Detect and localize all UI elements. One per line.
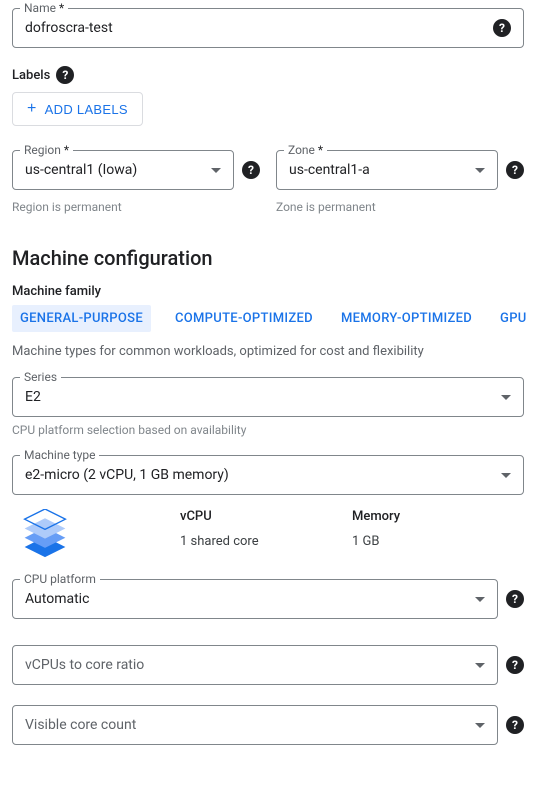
zone-field-group: Zone * us-central1-a ? — [276, 150, 524, 190]
machine-type-value: e2-micro (2 vCPU, 1 GB memory) — [25, 467, 229, 483]
chevron-down-icon — [475, 723, 485, 728]
region-zone-row: Region * us-central1 (Iowa) ? Region is … — [12, 150, 524, 214]
cpu-platform-value: Automatic — [25, 591, 89, 607]
series-label: Series — [20, 370, 61, 384]
chevron-down-icon — [211, 168, 221, 173]
required-marker: * — [64, 143, 69, 157]
specs-row: vCPU 1 shared core Memory 1 GB — [20, 509, 524, 559]
name-input-row: dofroscra-test ? — [12, 8, 524, 48]
visible-cores-row: Visible core count ? — [12, 705, 524, 745]
required-marker: * — [59, 1, 64, 15]
zone-label-text: Zone — [288, 143, 315, 157]
tab-general-purpose[interactable]: GENERAL-PURPOSE — [12, 305, 151, 332]
help-icon[interactable]: ? — [506, 590, 524, 608]
help-icon[interactable]: ? — [506, 716, 524, 734]
tab-gpu[interactable]: GPU — [496, 305, 531, 332]
labels-heading-text: Labels — [12, 68, 50, 83]
name-value: dofroscra-test — [25, 20, 113, 36]
layers-icon — [20, 509, 70, 559]
help-icon[interactable]: ? — [493, 19, 511, 37]
name-label-text: Name — [24, 1, 56, 15]
add-labels-text: ADD LABELS — [45, 102, 128, 117]
zone-value: us-central1-a — [289, 162, 370, 178]
vcpu-spec: vCPU 1 shared core — [180, 509, 352, 549]
region-field-group: Region * us-central1 (Iowa) ? — [12, 150, 260, 190]
memory-label: Memory — [352, 509, 524, 524]
add-labels-button[interactable]: + ADD LABELS — [12, 92, 143, 126]
series-select[interactable]: E2 — [12, 377, 524, 417]
labels-heading: Labels ? — [12, 66, 524, 84]
machine-family-label: Machine family — [12, 284, 524, 299]
help-icon[interactable]: ? — [56, 66, 74, 84]
tab-memory-optimized[interactable]: MEMORY-OPTIMIZED — [337, 305, 476, 332]
tab-compute-optimized[interactable]: COMPUTE-OPTIMIZED — [171, 305, 317, 332]
cpu-platform-label: CPU platform — [20, 572, 100, 586]
machine-type-field-group: Machine type e2-micro (2 vCPU, 1 GB memo… — [12, 455, 524, 495]
chevron-down-icon — [475, 597, 485, 602]
chevron-down-icon — [475, 663, 485, 668]
name-label: Name * — [20, 1, 68, 15]
series-field-group: Series E2 — [12, 377, 524, 417]
name-field-group: Name * dofroscra-test ? — [12, 8, 524, 48]
region-value: us-central1 (Iowa) — [25, 162, 137, 178]
visible-cores-select[interactable]: Visible core count — [12, 705, 498, 745]
vcpu-ratio-select[interactable]: vCPUs to core ratio — [12, 645, 498, 685]
zone-helper: Zone is permanent — [276, 200, 524, 214]
zone-label: Zone * — [284, 143, 327, 157]
machine-family-tabs: GENERAL-PURPOSE COMPUTE-OPTIMIZED MEMORY… — [12, 305, 524, 332]
required-marker: * — [318, 143, 323, 157]
vcpu-label: vCPU — [180, 509, 352, 524]
chevron-down-icon — [501, 473, 511, 478]
vcpu-ratio-label: vCPUs to core ratio — [25, 657, 144, 673]
machine-config-title: Machine configuration — [12, 246, 524, 270]
zone-col: Zone * us-central1-a ? Zone is permanent — [276, 150, 524, 214]
region-helper: Region is permanent — [12, 200, 260, 214]
chevron-down-icon — [475, 168, 485, 173]
tab-description: Machine types for common workloads, opti… — [12, 344, 524, 359]
region-label: Region * — [20, 143, 73, 157]
name-input[interactable]: dofroscra-test ? — [12, 8, 524, 48]
chevron-down-icon — [501, 395, 511, 400]
memory-value: 1 GB — [352, 534, 524, 549]
help-icon[interactable]: ? — [506, 656, 524, 674]
region-col: Region * us-central1 (Iowa) ? Region is … — [12, 150, 260, 214]
memory-spec: Memory 1 GB — [352, 509, 524, 549]
plus-icon: + — [27, 101, 37, 117]
help-icon[interactable]: ? — [242, 161, 260, 179]
series-helper: CPU platform selection based on availabi… — [12, 423, 524, 437]
machine-type-label: Machine type — [20, 448, 99, 462]
vcpu-value: 1 shared core — [180, 534, 352, 549]
visible-cores-label: Visible core count — [25, 717, 136, 733]
region-label-text: Region — [24, 143, 61, 157]
cpu-platform-field-group: CPU platform Automatic ? — [12, 579, 524, 619]
series-value: E2 — [25, 389, 41, 405]
vcpu-ratio-row: vCPUs to core ratio ? — [12, 645, 524, 685]
help-icon[interactable]: ? — [506, 161, 524, 179]
